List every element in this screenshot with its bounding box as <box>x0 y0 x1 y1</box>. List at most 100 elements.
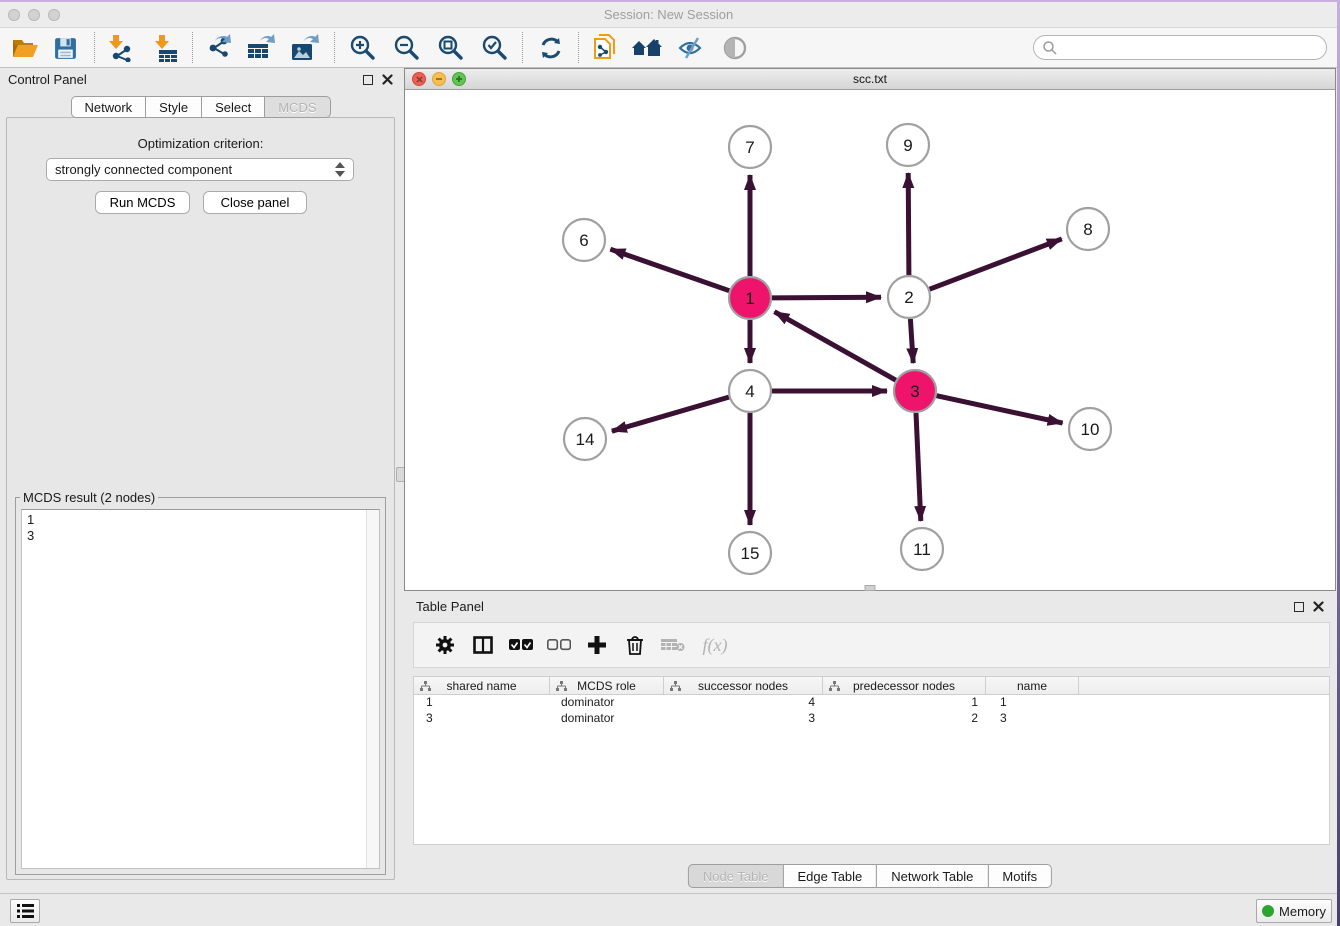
graph-node-9[interactable]: 9 <box>887 124 929 166</box>
graph-node-7[interactable]: 7 <box>729 126 771 168</box>
close-panel-button[interactable]: Close panel <box>203 191 307 214</box>
table-row[interactable]: 3 dominator 3 2 3 <box>414 711 1329 727</box>
graph-node-4[interactable]: 4 <box>729 370 771 412</box>
tab-style[interactable]: Style <box>145 96 202 118</box>
select-all-button[interactable] <box>502 627 540 663</box>
zoom-fit-button[interactable] <box>432 31 470 65</box>
cell-predecessor-nodes: 2 <box>823 711 986 727</box>
run-mcds-button[interactable]: Run MCDS <box>95 191 190 214</box>
graph-edge-2-3[interactable] <box>910 319 913 363</box>
zoom-selected-button[interactable] <box>476 31 514 65</box>
graph-node-15[interactable]: 15 <box>729 532 771 574</box>
graph-node-14[interactable]: 14 <box>564 418 606 460</box>
add-column-button[interactable] <box>578 627 616 663</box>
graph-node-11[interactable]: 11 <box>901 528 943 570</box>
optimization-select[interactable]: strongly connected component <box>46 158 354 181</box>
zoom-selected-icon <box>481 34 509 62</box>
delete-column-button[interactable] <box>616 627 654 663</box>
graph-edge-1-2[interactable] <box>772 297 881 298</box>
export-image-button[interactable] <box>286 31 324 65</box>
float-panel-button[interactable] <box>363 75 373 85</box>
import-network-button[interactable] <box>100 31 138 65</box>
export-network-button[interactable] <box>200 31 238 65</box>
search-field <box>1033 35 1327 60</box>
network-canvas[interactable]: 1 2 3 4 6 7 8 9 10 11 14 15 <box>405 90 1335 590</box>
memory-button[interactable]: Memory <box>1256 899 1332 923</box>
graph-node-8[interactable]: 8 <box>1067 208 1109 250</box>
tab-network-table[interactable]: Network Table <box>876 864 988 888</box>
control-panel-header: Control Panel <box>0 72 401 90</box>
task-history-button[interactable] <box>10 899 40 923</box>
refresh-view-button[interactable] <box>532 31 570 65</box>
control-panel-tabs: Network Style Select MCDS <box>70 96 330 118</box>
column-header-name[interactable]: name <box>986 677 1079 694</box>
table-header-row: shared name MCDS role successor nodes pr… <box>413 676 1330 695</box>
deselect-all-button[interactable] <box>540 627 578 663</box>
refresh-icon <box>538 35 564 61</box>
network-resize-handle[interactable] <box>865 585 876 591</box>
column-header-successor-nodes[interactable]: successor nodes <box>664 677 823 694</box>
graph-edge-2-9[interactable] <box>908 173 909 275</box>
save-session-button[interactable] <box>46 31 84 65</box>
graph-edge-2-8[interactable] <box>930 239 1062 289</box>
svg-text:4: 4 <box>745 382 754 401</box>
tab-motifs[interactable]: Motifs <box>987 864 1052 888</box>
svg-text:9: 9 <box>903 136 912 155</box>
hide-selected-button[interactable] <box>672 31 710 65</box>
tab-select[interactable]: Select <box>201 96 265 118</box>
import-table-button[interactable] <box>146 31 184 65</box>
graph-node-1[interactable]: 1 <box>729 277 771 319</box>
export-table-button[interactable] <box>242 31 280 65</box>
new-network-from-selection-button[interactable] <box>586 31 624 65</box>
graph-edge-3-1[interactable] <box>774 312 895 381</box>
split-columns-icon <box>473 636 493 654</box>
search-icon <box>1042 40 1058 56</box>
graph-node-3[interactable]: 3 <box>894 370 936 412</box>
result-scrollbar[interactable] <box>366 510 379 868</box>
zoom-out-button[interactable] <box>388 31 426 65</box>
table-row[interactable]: 1 dominator 4 1 1 <box>414 695 1329 711</box>
column-header-predecessor-nodes[interactable]: predecessor nodes <box>823 677 986 694</box>
eye-icon <box>721 35 749 61</box>
toolbar-separator <box>192 32 193 63</box>
graph-node-2[interactable]: 2 <box>888 276 930 318</box>
mcds-panel: Optimization criterion: strongly connect… <box>6 117 395 880</box>
svg-text:11: 11 <box>913 540 931 559</box>
column-header-shared-name[interactable]: shared name <box>414 677 550 694</box>
gear-icon <box>435 635 455 655</box>
split-panel-button[interactable] <box>464 627 502 663</box>
cell-mcds-role: dominator <box>550 695 664 711</box>
tab-network[interactable]: Network <box>70 96 146 118</box>
graph-node-6[interactable]: 6 <box>563 219 605 261</box>
fx-icon: f(x) <box>703 635 728 656</box>
graph-edge-3-11[interactable] <box>916 413 921 521</box>
mcds-result-list[interactable]: 1 3 <box>21 509 380 869</box>
column-header-mcds-role[interactable]: MCDS role <box>550 677 664 694</box>
network-view-window: scc.txt 1234678910111415 <box>404 68 1336 591</box>
hierarchy-icon <box>829 681 840 692</box>
node-table: shared name MCDS role successor nodes pr… <box>413 676 1330 845</box>
close-panel-icon[interactable] <box>382 74 393 85</box>
close-table-panel-icon[interactable] <box>1313 601 1324 612</box>
export-image-icon <box>290 34 320 62</box>
table-body: 1 dominator 4 1 1 3 dominator 3 2 3 <box>413 695 1330 845</box>
home-first-neighbors-button[interactable] <box>628 31 666 65</box>
toolbar-separator <box>578 32 579 63</box>
export-table-icon <box>246 34 276 62</box>
show-all-button[interactable] <box>716 31 754 65</box>
svg-text:8: 8 <box>1083 220 1092 239</box>
graph-edge-1-6[interactable] <box>610 249 729 291</box>
float-table-panel-button[interactable] <box>1294 602 1304 612</box>
zoom-in-button[interactable] <box>344 31 382 65</box>
svg-text:15: 15 <box>741 544 760 563</box>
search-input[interactable] <box>1058 38 1326 58</box>
cell-successor-nodes: 4 <box>664 695 823 711</box>
column-settings-button[interactable] <box>426 627 464 663</box>
graph-edge-3-10[interactable] <box>937 396 1063 423</box>
graph-node-10[interactable]: 10 <box>1069 408 1111 450</box>
tab-node-table[interactable]: Node Table <box>688 864 784 888</box>
tab-edge-table[interactable]: Edge Table <box>782 864 877 888</box>
graph-edge-4-14[interactable] <box>612 397 729 431</box>
open-session-button[interactable] <box>6 31 44 65</box>
tab-mcds[interactable]: MCDS <box>264 96 330 118</box>
